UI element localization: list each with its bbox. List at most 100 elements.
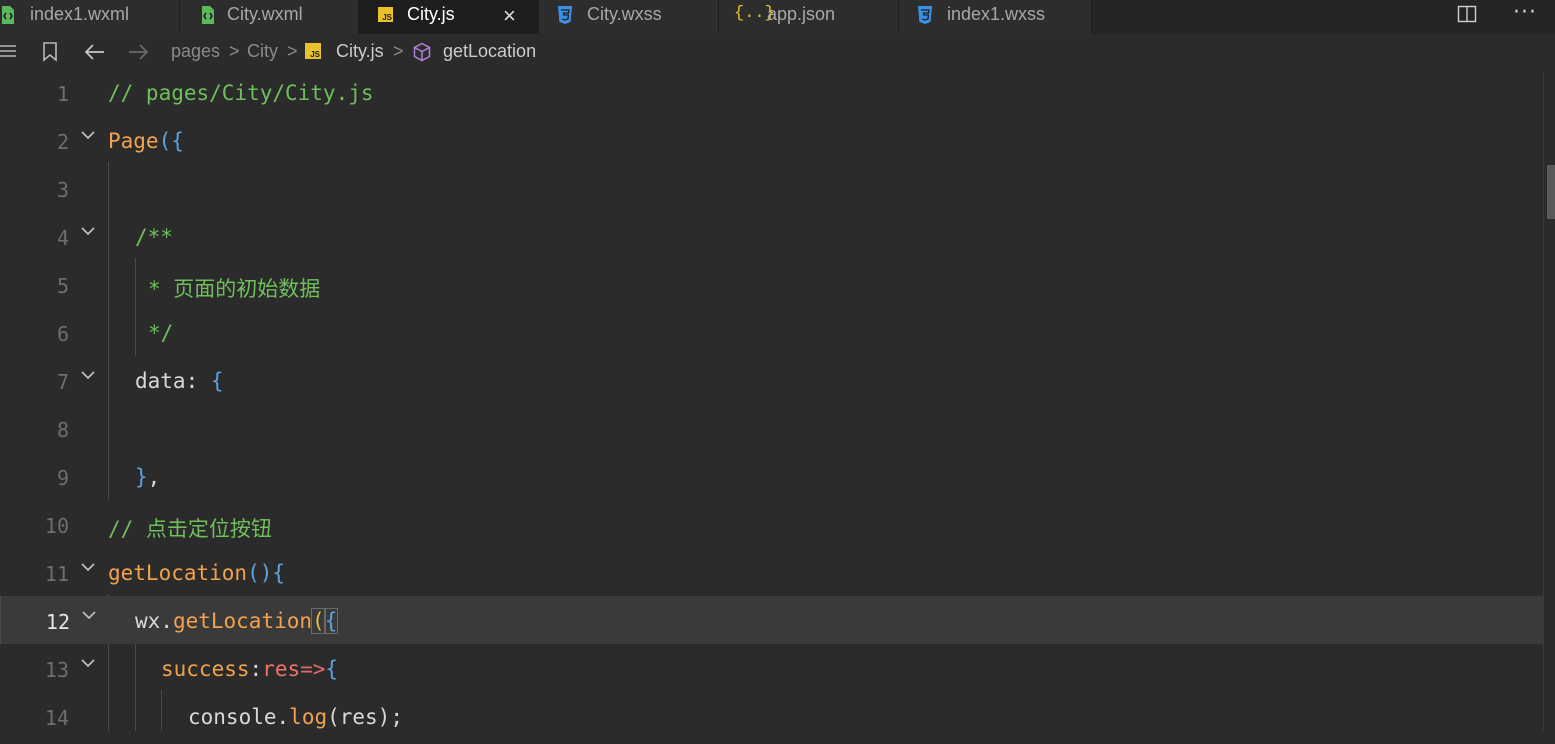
menu-icon[interactable] xyxy=(0,44,18,65)
code-token: getLocation xyxy=(172,609,313,633)
code-line: 5 * 页面的初始数据 xyxy=(0,264,1544,312)
breadcrumb-item-pages[interactable]: pages xyxy=(171,41,220,62)
code-token: { xyxy=(323,608,339,634)
code-token: : xyxy=(185,369,211,393)
breadcrumb-separator: > xyxy=(393,41,404,61)
line-number: 9 xyxy=(56,466,69,490)
code-line: 7 data: { xyxy=(0,360,1544,408)
tab-label: City.js xyxy=(407,4,455,24)
code-token: wx xyxy=(135,609,161,633)
fold-chevron-icon[interactable] xyxy=(80,362,96,380)
breadcrumb-item-file[interactable]: City.js xyxy=(336,41,384,62)
css-file-icon xyxy=(556,5,574,25)
tab-app-json[interactable]: {..} app.json xyxy=(719,0,899,34)
back-arrow-icon[interactable] xyxy=(84,43,106,66)
more-actions-icon[interactable]: ··· xyxy=(1513,0,1537,25)
code-token: getLocation xyxy=(108,561,248,585)
line-number: 1 xyxy=(56,82,69,106)
line-number: 12 xyxy=(45,610,70,634)
code-token: { xyxy=(272,561,286,585)
js-file-icon: JS xyxy=(378,7,393,22)
code-line-current: 12 wx.getLocation({ xyxy=(0,596,1545,644)
line-number: 5 xyxy=(56,274,69,298)
code-token: } xyxy=(135,465,148,489)
tab-label: City.wxss xyxy=(587,4,662,24)
code-token: success xyxy=(161,657,250,681)
code-token: => xyxy=(300,657,326,681)
code-token: res xyxy=(262,657,301,681)
code-token: . xyxy=(160,609,173,633)
code-text: * 页面的初始数据 xyxy=(148,277,321,301)
code-text: */ xyxy=(148,321,174,345)
fold-chevron-icon[interactable] xyxy=(80,650,96,668)
code-token: log xyxy=(289,705,328,729)
code-token: , xyxy=(147,465,161,489)
method-cube-icon xyxy=(412,42,432,67)
breadcrumb-separator: > xyxy=(287,41,298,61)
line-number: 14 xyxy=(44,706,69,730)
editor-tab-bar: index1.wxml City.wxml JS City.js × City.… xyxy=(0,0,1555,34)
line-number: 6 xyxy=(56,322,69,346)
wxml-file-icon xyxy=(0,5,16,25)
code-token: ( xyxy=(311,608,326,634)
line-number: 11 xyxy=(44,562,69,586)
code-text: // 点击定位按钮 xyxy=(108,517,272,541)
tab-index1-wxss[interactable]: index1.wxss xyxy=(899,0,1092,34)
code-text: // pages/City/City.js xyxy=(108,81,374,105)
line-number: 7 xyxy=(56,370,69,394)
tab-city-wxml[interactable]: City.wxml xyxy=(180,0,359,34)
code-line: 4 /** xyxy=(0,216,1544,264)
breadcrumb: pages > City > JS City.js > getLocation xyxy=(0,34,1555,72)
code-text: /** xyxy=(135,225,173,249)
js-file-icon: JS xyxy=(305,43,321,59)
code-token: data xyxy=(135,369,186,393)
tab-label: app.json xyxy=(767,4,836,24)
tab-label: index1.wxml xyxy=(30,4,130,24)
fold-chevron-icon[interactable] xyxy=(81,602,97,620)
code-token: (res); xyxy=(327,705,403,729)
code-token: . xyxy=(276,705,290,729)
code-token: { xyxy=(210,369,224,393)
tab-city-js[interactable]: JS City.js × xyxy=(359,0,539,34)
breadcrumb-item-symbol[interactable]: getLocation xyxy=(443,41,536,62)
code-token: ({ xyxy=(158,129,184,153)
scrollbar-thumb[interactable] xyxy=(1547,165,1555,219)
line-number: 4 xyxy=(56,226,69,250)
code-token: () xyxy=(247,561,273,585)
code-line: 1 // pages/City/City.js xyxy=(0,72,1544,120)
code-line: 8 xyxy=(0,408,1544,456)
code-token: : xyxy=(249,657,263,681)
bookmark-icon[interactable] xyxy=(41,42,59,67)
fold-chevron-icon[interactable] xyxy=(80,554,96,572)
breadcrumb-item-city[interactable]: City xyxy=(247,41,278,62)
line-number: 2 xyxy=(56,130,69,154)
code-token: console xyxy=(188,705,277,729)
tab-index1-wxml[interactable]: index1.wxml xyxy=(0,0,180,34)
tab-label: City.wxml xyxy=(227,4,303,24)
breadcrumb-separator: > xyxy=(229,41,240,61)
code-line: 13 success:res=>{ xyxy=(0,648,1544,696)
tab-label: index1.wxss xyxy=(947,4,1046,24)
line-number: 10 xyxy=(44,514,69,538)
close-tab-icon[interactable]: × xyxy=(503,3,516,29)
tab-city-wxss[interactable]: City.wxss xyxy=(539,0,719,34)
code-line: 14 console.log(res); xyxy=(0,696,1544,744)
wxml-file-icon xyxy=(200,5,216,25)
code-token: { xyxy=(325,657,339,681)
split-editor-icon[interactable] xyxy=(1457,4,1477,23)
code-line: 10 // 点击定位按钮 xyxy=(0,504,1544,552)
code-editor[interactable]: 1 // pages/City/City.js 2 Page({ 3 4 /**… xyxy=(0,72,1555,731)
code-line: 3 xyxy=(0,168,1544,216)
line-number: 8 xyxy=(56,418,69,442)
fold-chevron-icon[interactable] xyxy=(80,218,96,236)
code-line: 6 */ xyxy=(0,312,1544,360)
code-line: 9 }, xyxy=(0,456,1544,504)
line-number: 13 xyxy=(44,658,69,682)
code-line: 2 Page({ xyxy=(0,120,1544,168)
fold-chevron-icon[interactable] xyxy=(80,122,96,140)
code-line: 11 getLocation(){ xyxy=(0,552,1544,600)
vertical-scrollbar[interactable] xyxy=(1543,72,1555,731)
line-number: 3 xyxy=(56,178,69,202)
forward-arrow-icon[interactable] xyxy=(127,43,149,66)
css-file-icon xyxy=(916,5,934,25)
